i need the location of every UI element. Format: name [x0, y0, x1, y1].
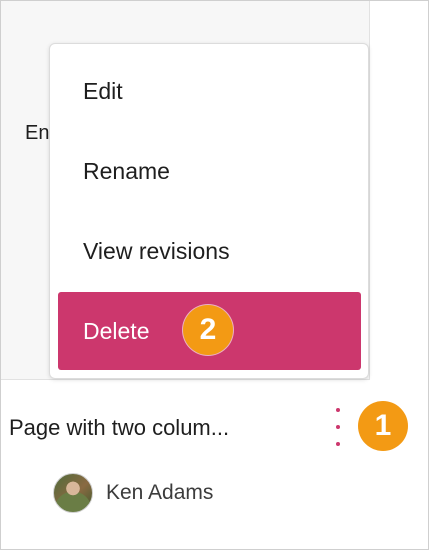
page-card: En Edit Rename View revisions Delete 2 P… [0, 0, 429, 550]
page-title[interactable]: Page with two colum... [9, 415, 229, 441]
more-options-icon[interactable] [329, 408, 347, 446]
menu-item-view-revisions[interactable]: View revisions [58, 212, 361, 290]
preview-text: En [25, 122, 50, 144]
kebab-dot [336, 425, 340, 429]
step-badge-1: 1 [358, 401, 408, 451]
kebab-dot [336, 442, 340, 446]
author-info: Ken Adams [53, 473, 213, 513]
kebab-dot [336, 408, 340, 412]
menu-item-edit[interactable]: Edit [58, 52, 361, 130]
menu-item-delete-label: Delete [83, 317, 150, 344]
menu-item-rename[interactable]: Rename [58, 132, 361, 210]
author-name: Ken Adams [106, 481, 214, 504]
avatar [53, 473, 93, 513]
step-badge-2: 2 [183, 305, 233, 355]
